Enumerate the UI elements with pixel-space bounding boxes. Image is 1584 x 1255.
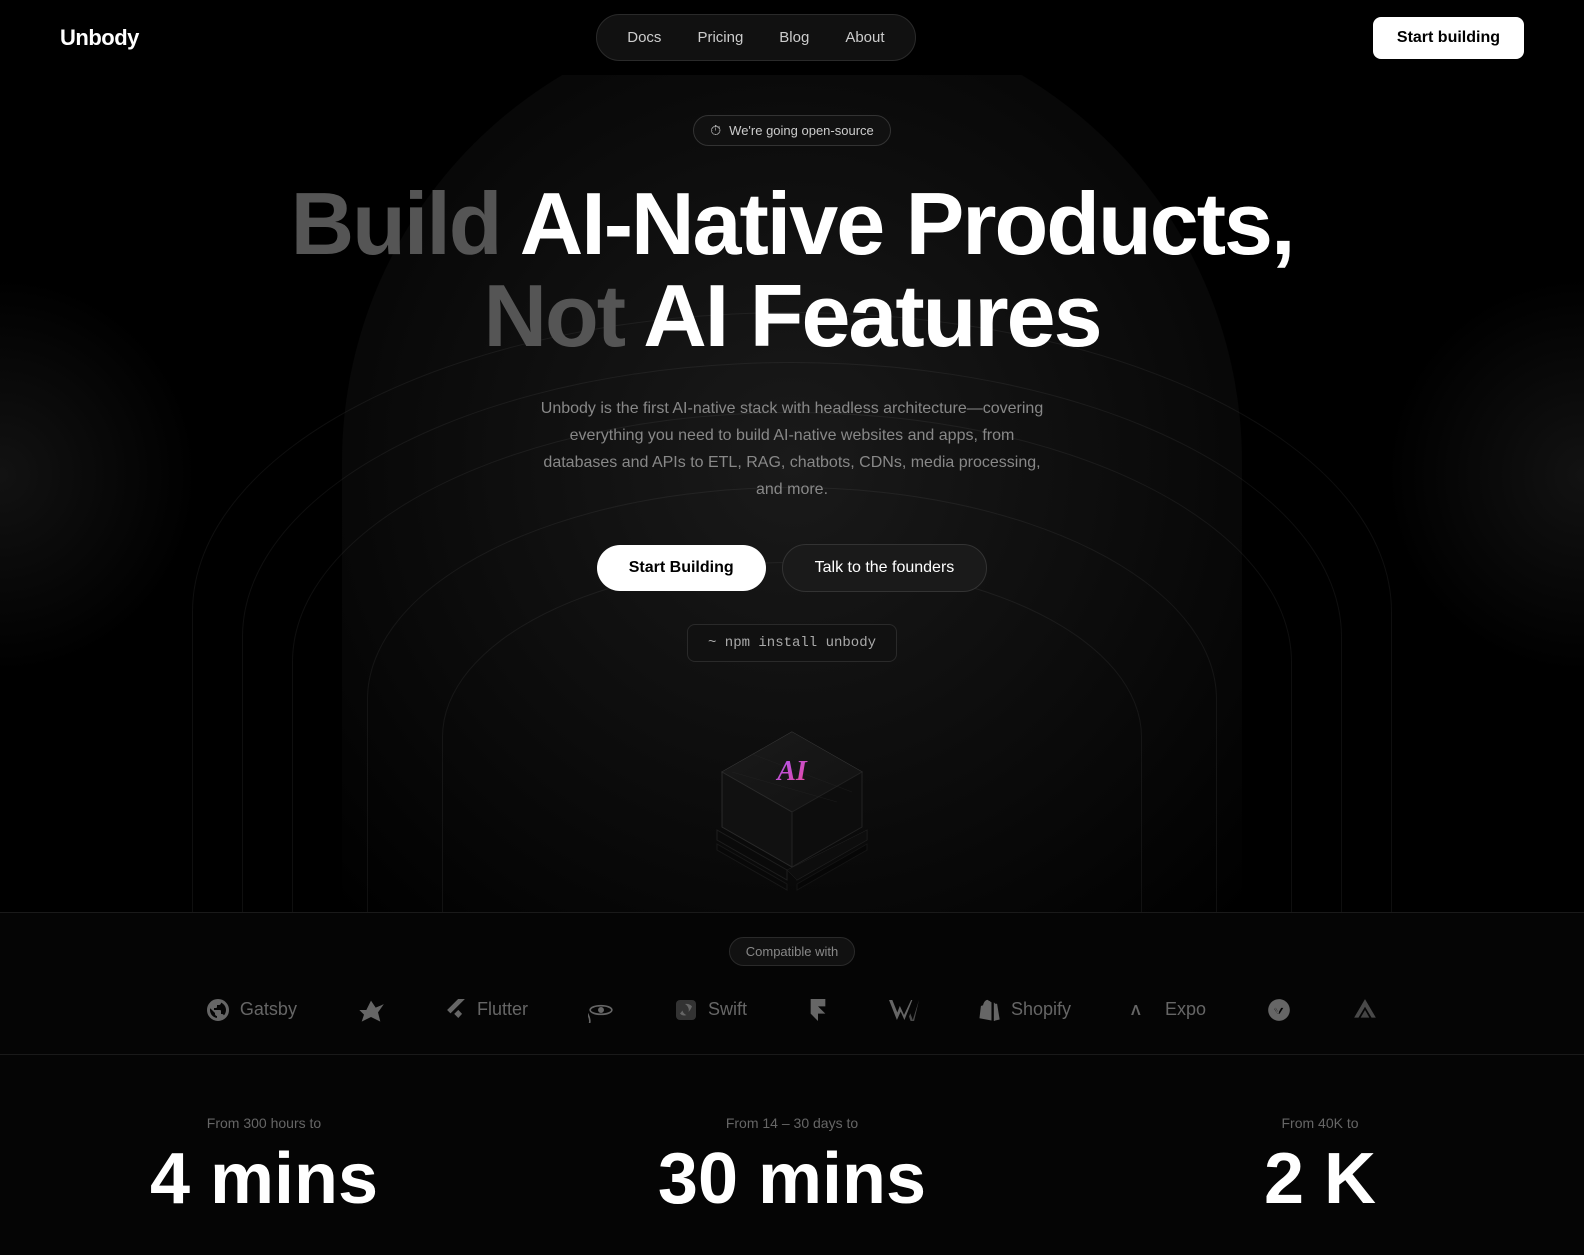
stat-days: From 14 – 30 days to 30 mins	[528, 1095, 1056, 1255]
hero-title: Build AI-Native Products, Not AI Feature…	[0, 178, 1584, 363]
stat-time: From 300 hours to 4 mins	[0, 1095, 528, 1255]
stats-section: From 300 hours to 4 mins From 14 – 30 da…	[0, 1055, 1584, 1255]
npm-command-text: ~ npm install unbody	[708, 635, 876, 651]
tech-logo-gatsby: Gatsby	[206, 998, 297, 1022]
gatsby-label: Gatsby	[240, 999, 297, 1020]
tech-logo-astro	[1352, 997, 1378, 1023]
logo: Unbody	[60, 25, 139, 51]
tech-logo-swift: Swift	[674, 998, 747, 1022]
bird-icon	[357, 996, 385, 1024]
svg-text:N: N	[1273, 1005, 1280, 1016]
hero-content: ⏱ We're going open-source Build AI-Nativ…	[0, 115, 1584, 912]
stat-cost-value: 2 K	[1096, 1143, 1544, 1215]
badge-text: We're going open-source	[729, 123, 874, 138]
nav-pricing[interactable]: Pricing	[683, 23, 757, 52]
logo-text: Unbody	[60, 25, 139, 50]
flutter-label: Flutter	[477, 999, 528, 1020]
tech-logo-bird	[357, 996, 385, 1024]
nav-links: Docs Pricing Blog About	[596, 14, 915, 61]
talk-founders-button[interactable]: Talk to the founders	[782, 544, 988, 592]
expo-label: Expo	[1165, 999, 1206, 1020]
hero-description: Unbody is the first AI-native stack with…	[532, 395, 1052, 504]
ai-cube-svg: AI	[692, 712, 892, 912]
stat-time-value: 4 mins	[40, 1143, 488, 1215]
nav-blog[interactable]: Blog	[765, 23, 823, 52]
svg-text:AI: AI	[775, 756, 808, 787]
gatsby-icon	[206, 998, 230, 1022]
tech-logo-flutter: Flutter	[445, 999, 528, 1021]
tech-logo-webflow	[889, 999, 919, 1021]
hero-buttons: Start Building Talk to the founders	[0, 544, 1584, 592]
shopify-icon	[979, 999, 1001, 1021]
start-building-hero-button[interactable]: Start Building	[597, 545, 766, 591]
tech-logos: Gatsby Flutter	[0, 986, 1584, 1055]
swift-label: Swift	[708, 999, 747, 1020]
stat-cost-label: From 40K to	[1096, 1115, 1544, 1131]
stat-cost: From 40K to 2 K	[1056, 1095, 1584, 1255]
svg-text:Λ: Λ	[1131, 1002, 1141, 1018]
hero-title-line1: Build AI-Native Products,	[0, 178, 1584, 270]
react-icon	[588, 997, 614, 1023]
tech-logo-next: N	[1266, 997, 1292, 1023]
navbar: Unbody Docs Pricing Blog About Start bui…	[0, 0, 1584, 75]
hero-title-not: Not	[483, 266, 643, 365]
tech-logo-expo: Λ Expo	[1131, 999, 1206, 1020]
badge-icon: ⏱	[710, 122, 721, 139]
stat-time-label: From 300 hours to	[40, 1115, 488, 1131]
hero-title-build: Build	[291, 174, 520, 273]
start-building-button[interactable]: Start building	[1373, 17, 1524, 59]
hero-section: ⏱ We're going open-source Build AI-Nativ…	[0, 75, 1584, 912]
tech-logo-react	[588, 997, 614, 1023]
compatible-badge: Compatible with	[0, 937, 1584, 966]
shopify-label: Shopify	[1011, 999, 1071, 1020]
swift-icon	[674, 998, 698, 1022]
nav-docs[interactable]: Docs	[613, 23, 675, 52]
hero-title-features: AI Features	[643, 266, 1100, 365]
tech-logo-shopify: Shopify	[979, 999, 1071, 1021]
astro-icon	[1352, 997, 1378, 1023]
hero-title-line2: Not AI Features	[0, 270, 1584, 362]
next-icon: N	[1266, 997, 1292, 1023]
framer-icon	[807, 999, 829, 1021]
npm-command: ~ npm install unbody	[687, 624, 897, 662]
stat-days-value: 30 mins	[568, 1143, 1016, 1215]
stat-days-label: From 14 – 30 days to	[568, 1115, 1016, 1131]
nav-about[interactable]: About	[831, 23, 898, 52]
flutter-icon	[445, 999, 467, 1021]
tech-logo-framer	[807, 999, 829, 1021]
hero-title-ai-native: AI-Native Products,	[520, 174, 1294, 273]
webflow-icon	[889, 999, 919, 1021]
compatible-section: Compatible with Gatsby Flutter	[0, 912, 1584, 1055]
ai-cube-container: AI	[0, 712, 1584, 912]
expo-icon: Λ	[1131, 1000, 1155, 1020]
open-source-badge: ⏱ We're going open-source	[693, 115, 891, 146]
compatible-label: Compatible with	[729, 937, 856, 966]
